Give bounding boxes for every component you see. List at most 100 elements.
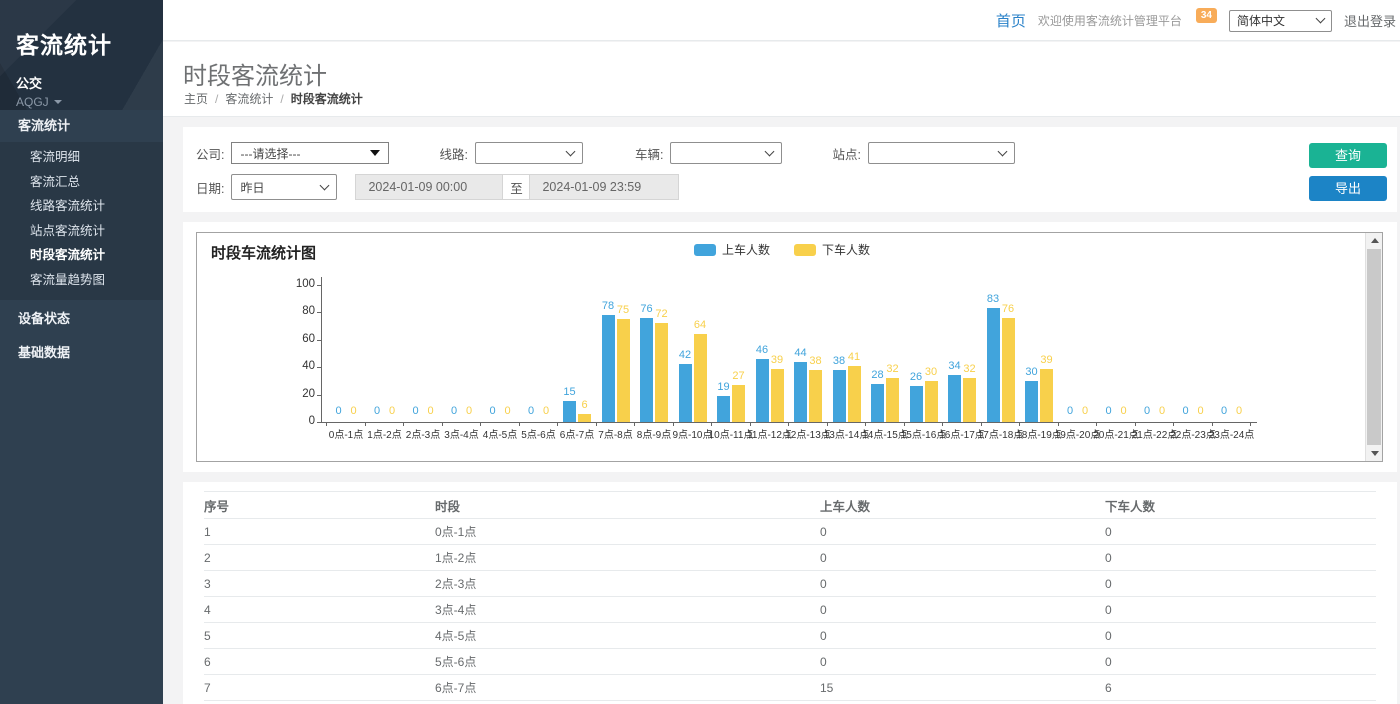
table-cell: 0 [820, 623, 1105, 649]
bar-下车人数[interactable] [848, 366, 861, 422]
bar-上车人数[interactable] [987, 308, 1000, 422]
table-cell: 0 [820, 597, 1105, 623]
nav-home-link[interactable]: 首页 [996, 10, 1026, 31]
sidebar-item-客流明细[interactable]: 客流明细 [0, 145, 163, 170]
date-preset-value: 昨日 [240, 179, 264, 196]
line-select[interactable] [475, 142, 583, 164]
bar-下车人数[interactable] [1040, 369, 1053, 422]
org-code-label: AQGJ [16, 95, 49, 109]
language-select[interactable]: 简体中文 [1229, 10, 1332, 32]
table-cell: 1点-2点 [435, 545, 820, 571]
sidebar-section-基础数据[interactable]: 基础数据 [0, 336, 163, 370]
table-cell: 0 [820, 519, 1105, 545]
table-cell: 0 [1105, 623, 1376, 649]
bar-下车人数[interactable] [809, 370, 822, 422]
date-range-separator: 至 [502, 174, 530, 200]
logout-link[interactable]: 退出登录 [1344, 11, 1396, 30]
scrollbar-thumb[interactable] [1367, 249, 1381, 445]
query-button[interactable]: 查询 [1309, 143, 1387, 168]
chevron-down-icon [997, 146, 1007, 156]
table-row: 54点-5点00 [204, 623, 1376, 649]
chart-plot: 0204060801000点-1点001点-2点002点-3点003点-4点00… [197, 233, 1367, 462]
bar-value-label: 15 [555, 386, 585, 398]
bar-上车人数[interactable] [602, 315, 615, 422]
bar-下车人数[interactable] [925, 381, 938, 422]
table-header-cell: 序号 [204, 492, 435, 519]
hourly-stats-table: 序号时段上车人数下车人数 10点-1点0021点-2点0032点-3点0043点… [204, 491, 1376, 701]
language-select-value: 简体中文 [1237, 12, 1285, 29]
station-select[interactable] [868, 142, 1015, 164]
caret-down-icon [54, 100, 62, 104]
bar-上车人数[interactable] [717, 396, 730, 422]
bar-下车人数[interactable] [655, 323, 668, 422]
table-cell: 5 [204, 623, 435, 649]
sidebar-menu: 客流统计客流明细客流汇总线路客流统计站点客流统计时段客流统计客流量趋势图设备状态… [0, 110, 163, 370]
bar-上车人数[interactable] [756, 359, 769, 422]
table-cell: 0 [820, 571, 1105, 597]
table-cell: 0 [820, 649, 1105, 675]
table-cell: 0 [1105, 571, 1376, 597]
bar-上车人数[interactable] [871, 384, 884, 422]
table-cell: 3 [204, 571, 435, 597]
sidebar-section-设备状态[interactable]: 设备状态 [0, 302, 163, 336]
export-button[interactable]: 导出 [1309, 176, 1387, 201]
date-end-input[interactable]: 2024-01-09 23:59 [530, 174, 679, 200]
table-row: 32点-3点00 [204, 571, 1376, 597]
bar-上车人数[interactable] [679, 364, 692, 422]
y-tick-label: 80 [267, 305, 315, 317]
bar-下车人数[interactable] [963, 378, 976, 422]
sidebar-item-站点客流统计[interactable]: 站点客流统计 [0, 219, 163, 244]
sidebar-item-客流汇总[interactable]: 客流汇总 [0, 170, 163, 195]
bar-下车人数[interactable] [617, 319, 630, 422]
org-code-dropdown[interactable]: AQGJ [0, 92, 163, 109]
bar-上车人数[interactable] [794, 362, 807, 422]
table-panel: 序号时段上车人数下车人数 10点-1点0021点-2点0032点-3点0043点… [183, 482, 1397, 704]
sidebar-item-时段客流统计[interactable]: 时段客流统计 [0, 243, 163, 268]
bar-下车人数[interactable] [1002, 318, 1015, 422]
bar-下车人数[interactable] [732, 385, 745, 422]
bar-上车人数[interactable] [833, 370, 846, 422]
company-label: 公司: [196, 144, 224, 163]
chart-panel: 时段车流统计图 上车人数下车人数 0204060801000点-1点001点-2… [183, 222, 1397, 472]
table-cell: 4点-5点 [435, 623, 820, 649]
sidebar-section-客流统计[interactable]: 客流统计 [0, 110, 163, 142]
sidebar-item-客流量趋势图[interactable]: 客流量趋势图 [0, 268, 163, 293]
table-header-cell: 上车人数 [820, 492, 1105, 519]
chevron-down-icon [765, 146, 775, 156]
table-cell: 0 [1105, 649, 1376, 675]
bar-value-label: 0 [531, 405, 561, 417]
vehicle-select[interactable] [670, 142, 782, 164]
chart-vertical-scrollbar[interactable] [1365, 233, 1382, 461]
sidebar-item-线路客流统计[interactable]: 线路客流统计 [0, 194, 163, 219]
bar-下车人数[interactable] [578, 414, 591, 422]
date-label: 日期: [196, 178, 224, 197]
company-select[interactable]: ---请选择--- [231, 142, 389, 164]
date-start-input[interactable]: 2024-01-09 00:00 [355, 174, 502, 200]
station-label: 站点: [832, 144, 860, 163]
filter-row-2: 日期: 昨日 2024-01-09 00:00 至 2024-01-09 23:… [196, 174, 679, 200]
bar-value-label: 64 [685, 319, 715, 331]
date-preset-select[interactable]: 昨日 [231, 174, 337, 200]
welcome-text: 欢迎使用客流统计管理平台 [1038, 12, 1182, 29]
bar-下车人数[interactable] [886, 378, 899, 422]
page-title: 时段客流统计 [183, 56, 327, 91]
bar-下车人数[interactable] [771, 369, 784, 422]
bar-value-label: 72 [647, 308, 677, 320]
bar-上车人数[interactable] [910, 386, 923, 422]
sidebar-logo-area: 客流统计 公交 AQGJ [0, 0, 163, 110]
bar-上车人数[interactable] [640, 318, 653, 422]
bar-上车人数[interactable] [1025, 381, 1038, 422]
bar-value-label: 6 [570, 399, 600, 411]
breadcrumb-item[interactable]: 主页 [184, 90, 208, 107]
y-tick-mark [317, 367, 321, 368]
bar-下车人数[interactable] [694, 334, 707, 422]
y-tick-label: 60 [267, 333, 315, 345]
bar-上车人数[interactable] [948, 375, 961, 422]
table-cell: 2点-3点 [435, 571, 820, 597]
scroll-down-icon[interactable] [1366, 446, 1383, 461]
breadcrumb-item[interactable]: 客流统计 [225, 90, 273, 107]
notification-badge: 34 [1196, 8, 1217, 23]
scroll-up-icon[interactable] [1366, 233, 1383, 248]
bar-value-label: 32 [955, 363, 985, 375]
chevron-down-icon [320, 180, 330, 190]
